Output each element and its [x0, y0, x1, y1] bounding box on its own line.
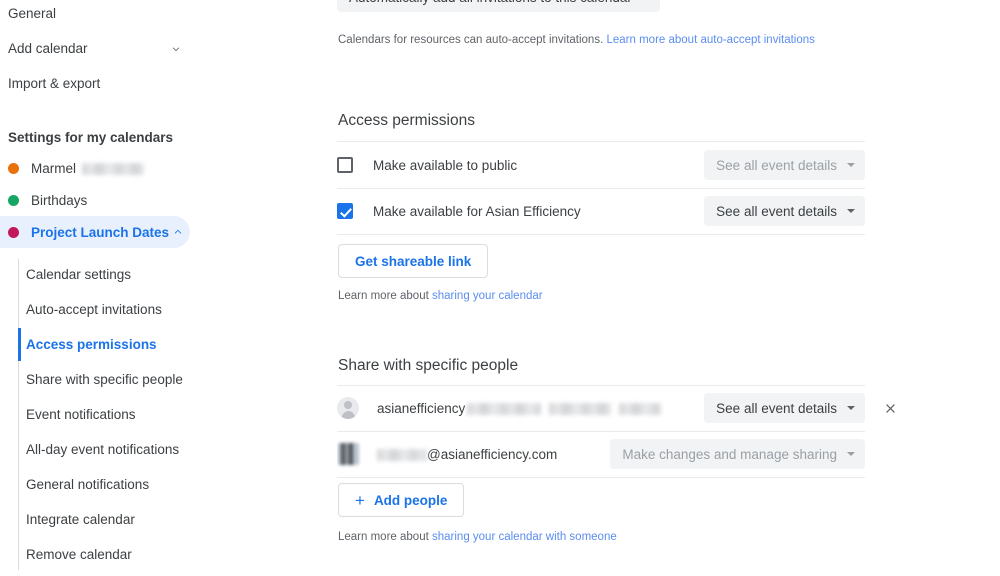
sidebar-item-label: All-day event notifications — [26, 442, 180, 457]
chevron-down-icon — [847, 452, 855, 456]
person-row-asianefficiency: asianefficiency See all event details — [337, 385, 865, 431]
organization-visibility-select-value: See all event details — [716, 203, 837, 219]
sidebar-item-general-notifications[interactable]: General notifications — [18, 467, 320, 502]
calendar-label: Marmel — [31, 161, 176, 176]
sidebar-section-title: Settings for my calendars — [8, 130, 174, 145]
avatar — [337, 397, 359, 419]
calendar-subnav: Calendar settings Auto-accept invitation… — [0, 257, 320, 572]
share-people-helper-text: Learn more about sharing your calendar w… — [338, 529, 617, 545]
sidebar-item-remove-calendar[interactable]: Remove calendar — [18, 537, 320, 572]
add-people-button[interactable]: + Add people — [338, 483, 465, 517]
sidebar-item-label: Remove calendar — [26, 547, 132, 562]
sidebar-item-label: Import & export — [8, 76, 101, 91]
redacted-text — [82, 162, 145, 175]
auto-accept-helper-prefix: Calendars for resources can auto-accept … — [338, 34, 604, 46]
public-visibility-select-value: See all event details — [716, 157, 837, 173]
chevron-down-icon — [847, 406, 855, 410]
get-shareable-link-button[interactable]: Get shareable link — [338, 244, 489, 278]
redacted-text — [619, 402, 662, 415]
plus-icon: + — [355, 490, 365, 510]
person-permission-select[interactable]: Make changes and manage sharing — [610, 439, 865, 469]
sidebar-item-all-day-event-notifications[interactable]: All-day event notifications — [18, 432, 320, 467]
sidebar-item-label: Access permissions — [26, 337, 157, 352]
sidebar-item-label: Event notifications — [26, 407, 136, 422]
sidebar-item-auto-accept-invitations[interactable]: Auto-accept invitations — [18, 292, 320, 327]
sidebar-item-access-permissions[interactable]: Access permissions — [18, 327, 320, 362]
calendar-color-dot — [8, 194, 19, 206]
get-shareable-link-label: Get shareable link — [355, 253, 472, 269]
sidebar-item-label: Calendar settings — [26, 267, 132, 282]
redacted-text — [377, 448, 427, 461]
permission-row-organization: Make available for Asian Efficiency See … — [337, 188, 865, 234]
person-row-asianefficiency-com: @asianefficiency.com Make changes and ma… — [337, 431, 865, 477]
organization-visibility-select[interactable]: See all event details — [704, 196, 865, 226]
add-people-label: Add people — [373, 492, 448, 508]
calendar-color-dot — [8, 226, 19, 238]
sidebar-item-calendar-settings[interactable]: Calendar settings — [18, 257, 320, 292]
chevron-up-icon[interactable] — [169, 223, 187, 241]
permission-row-public: Make available to public See all event d… — [337, 142, 865, 188]
redacted-text — [467, 402, 542, 415]
remove-person-button[interactable] — [879, 397, 901, 419]
auto-accept-select-chip[interactable]: Automatically add all invitations to thi… — [337, 0, 660, 12]
person-name: asianefficiency — [377, 401, 662, 416]
sharing-calendar-with-someone-link[interactable]: sharing your calendar with someone — [432, 531, 617, 543]
sidebar-item-share-with-specific-people[interactable]: Share with specific people — [18, 362, 320, 397]
sharing-your-calendar-link[interactable]: sharing your calendar — [432, 290, 543, 302]
settings-sidebar: General Add calendar Import & export Set… — [0, 0, 320, 576]
chevron-down-icon — [847, 209, 855, 213]
person-name: @asianefficiency.com — [377, 447, 557, 462]
person-permission-value: See all event details — [716, 400, 837, 416]
sidebar-item-label: Auto-accept invitations — [26, 302, 162, 317]
settings-page: General Add calendar Import & export Set… — [0, 0, 1000, 576]
auto-accept-select[interactable]: Automatically add all invitations to thi… — [337, 0, 660, 12]
calendar-label: Project Launch Dates — [31, 224, 170, 240]
auto-accept-select-value: Automatically add all invitations to thi… — [349, 0, 632, 5]
sidebar-calendar-marmel[interactable]: Marmel — [0, 152, 190, 184]
sidebar-item-label: Add calendar — [8, 41, 88, 56]
chevron-down-icon — [847, 163, 855, 167]
sidebar-item-label: Share with specific people — [26, 372, 183, 387]
redacted-text — [549, 402, 612, 415]
sidebar-item-general[interactable]: General — [0, 0, 320, 31]
divider — [337, 477, 865, 478]
permission-label: Make available for Asian Efficiency — [373, 203, 581, 219]
make-available-for-organization-checkbox[interactable] — [337, 203, 353, 219]
permission-label: Make available to public — [373, 157, 518, 173]
access-permissions-helper-text: Learn more about sharing your calendar — [338, 288, 543, 304]
sidebar-item-import-export[interactable]: Import & export — [0, 66, 320, 101]
helper-prefix: Learn more about — [338, 531, 429, 543]
auto-accept-helper-text: Calendars for resources can auto-accept … — [338, 32, 815, 48]
avatar — [337, 443, 359, 465]
sidebar-item-event-notifications[interactable]: Event notifications — [18, 397, 320, 432]
my-calendars-list: Marmel Birthdays Project Launch Dates — [0, 152, 320, 248]
person-permission-select[interactable]: See all event details — [704, 393, 865, 423]
settings-main-content: Automatically add all invitations to thi… — [337, 0, 1000, 576]
sidebar-item-integrate-calendar[interactable]: Integrate calendar — [18, 502, 320, 537]
calendar-label: Birthdays — [31, 192, 88, 208]
sidebar-item-label: General — [8, 6, 57, 21]
access-permissions-title: Access permissions — [338, 112, 475, 129]
sidebar-item-label: Integrate calendar — [26, 512, 135, 527]
sidebar-calendar-project-launch-dates[interactable]: Project Launch Dates — [0, 216, 190, 248]
public-visibility-select[interactable]: See all event details — [704, 150, 865, 180]
chevron-down-icon — [167, 40, 185, 58]
sidebar-item-add-calendar[interactable]: Add calendar — [0, 31, 320, 66]
auto-accept-learn-more-link[interactable]: Learn more about auto-accept invitations — [606, 34, 814, 46]
sidebar-item-label: General notifications — [26, 477, 150, 492]
helper-prefix: Learn more about — [338, 290, 429, 302]
sidebar-top-nav: General Add calendar Import & export — [0, 0, 320, 101]
calendar-color-dot — [8, 162, 19, 174]
sidebar-calendar-birthdays[interactable]: Birthdays — [0, 184, 190, 216]
share-with-specific-people-title: Share with specific people — [338, 357, 519, 374]
divider — [337, 234, 865, 235]
make-available-to-public-checkbox[interactable] — [337, 157, 353, 173]
person-permission-value: Make changes and manage sharing — [622, 446, 837, 462]
